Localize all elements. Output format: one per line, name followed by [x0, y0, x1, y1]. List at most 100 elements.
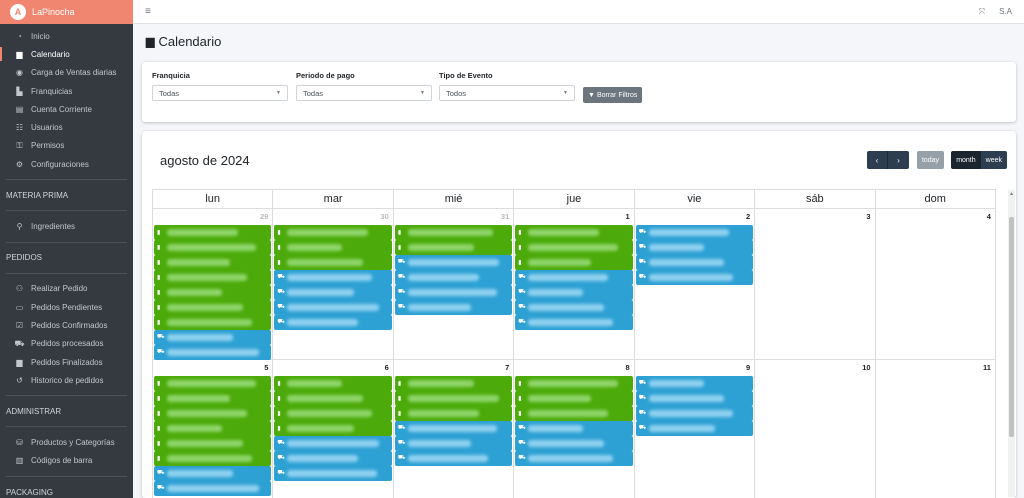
sidebar-item-usuarios[interactable]: ☷ Usuarios	[0, 118, 133, 136]
event-payment[interactable]: ▮	[154, 421, 272, 436]
sidebar-item-cuenta-corriente[interactable]: ▤ Cuenta Corriente	[0, 100, 133, 118]
event-delivery[interactable]: ⛟	[154, 345, 272, 360]
next-button[interactable]: ›	[888, 151, 909, 169]
day-cell[interactable]: 1 ▮ ▮ ▮ ⛟ ⛟ ⛟ ⛟	[513, 209, 633, 359]
day-cell[interactable]: 31 ▮ ▮ ⛟ ⛟ ⛟ ⛟	[392, 209, 513, 359]
day-number[interactable]: 4	[877, 211, 994, 225]
sidebar-item-inicio[interactable]: ◔ Inicio	[0, 27, 133, 45]
scroll-up-icon[interactable]: ▲	[1009, 191, 1014, 197]
event-payment[interactable]: ▮	[274, 225, 392, 240]
sidebar-item-pedidos-procesados[interactable]: ⛟ Pedidos procesados	[0, 335, 133, 353]
sidebar-item-c-digos-de-barra[interactable]: ▥ Códigos de barra	[0, 452, 133, 470]
event-payment[interactable]: ▮	[515, 391, 633, 406]
event-delivery[interactable]: ⛟	[394, 285, 513, 300]
event-payment[interactable]: ▮	[274, 240, 392, 255]
event-payment[interactable]: ▮	[154, 255, 272, 270]
event-delivery[interactable]: ⛟	[635, 421, 754, 436]
day-cell[interactable]: 10	[754, 360, 874, 498]
view-month-button[interactable]: month	[951, 151, 981, 169]
day-cell[interactable]: 5 ▮ ▮ ▮ ▮ ▮ ▮ ⛟ ⛟	[152, 360, 272, 498]
event-delivery[interactable]: ⛟	[274, 436, 392, 451]
event-delivery[interactable]: ⛟	[635, 406, 754, 421]
event-delivery[interactable]: ⛟	[394, 270, 513, 285]
event-payment[interactable]: ▮	[515, 376, 633, 391]
event-payment[interactable]: ▮	[154, 300, 272, 315]
event-delivery[interactable]: ⛟	[154, 330, 272, 345]
scrollbar-thumb[interactable]	[1009, 217, 1014, 437]
sidebar-item-franquicias[interactable]: ▙ Franquicias	[0, 82, 133, 100]
day-cell[interactable]: 29 ▮ ▮ ▮ ▮ ▮ ▮ ▮ ⛟ ⛟	[152, 209, 272, 360]
day-number[interactable]: 8	[515, 362, 632, 376]
event-delivery[interactable]: ⛟	[635, 225, 754, 240]
sidebar-item-calendario[interactable]: ▆ Calendario	[0, 45, 133, 63]
event-payment[interactable]: ▮	[154, 406, 272, 421]
day-cell[interactable]: 30 ▮ ▮ ▮ ⛟ ⛟ ⛟ ⛟	[272, 209, 392, 359]
event-delivery[interactable]: ⛟	[635, 391, 754, 406]
event-payment[interactable]: ▮	[154, 376, 272, 391]
event-delivery[interactable]: ⛟	[515, 300, 633, 315]
sidebar-item-ingredientes[interactable]: ⚲ Ingredientes	[0, 217, 133, 235]
franquicia-select[interactable]: Todas ▼	[152, 85, 288, 101]
event-delivery[interactable]: ⛟	[274, 466, 392, 481]
event-delivery[interactable]: ⛟	[154, 466, 272, 481]
event-delivery[interactable]: ⛟	[394, 451, 513, 466]
event-delivery[interactable]: ⛟	[394, 255, 513, 270]
day-number[interactable]: 2	[636, 211, 753, 225]
event-payment[interactable]: ▮	[274, 376, 392, 391]
sidebar-item-pedidos-confirmados[interactable]: ☑ Pedidos Confirmados	[0, 316, 133, 334]
event-payment[interactable]: ▮	[154, 270, 272, 285]
sidebar-item-configuraciones[interactable]: ⚙ Configuraciones	[0, 155, 133, 173]
event-delivery[interactable]: ⛟	[635, 270, 754, 285]
event-delivery[interactable]: ⛟	[515, 270, 633, 285]
event-delivery[interactable]: ⛟	[515, 421, 633, 436]
today-button[interactable]: today	[917, 151, 944, 169]
event-payment[interactable]: ▮	[394, 225, 513, 240]
event-payment[interactable]: ▮	[274, 391, 392, 406]
event-payment[interactable]: ▮	[274, 255, 392, 270]
event-payment[interactable]: ▮	[154, 225, 272, 240]
event-delivery[interactable]: ⛟	[635, 255, 754, 270]
event-payment[interactable]: ▮	[274, 421, 392, 436]
day-number[interactable]: 11	[877, 362, 994, 376]
event-delivery[interactable]: ⛟	[635, 240, 754, 255]
day-number[interactable]: 10	[756, 362, 873, 376]
event-payment[interactable]: ▮	[154, 451, 272, 466]
day-number[interactable]: 3	[756, 211, 873, 225]
brand[interactable]: A LaPinocha	[0, 0, 133, 24]
sidebar-item-permisos[interactable]: ⚿ Permisos	[0, 137, 133, 155]
event-delivery[interactable]: ⛟	[394, 436, 513, 451]
clear-filters-button[interactable]: ▼ Borrar Filtros	[583, 87, 643, 103]
day-cell[interactable]: 8 ▮ ▮ ▮ ⛟ ⛟ ⛟	[513, 360, 633, 498]
event-payment[interactable]: ▮	[154, 285, 272, 300]
event-delivery[interactable]: ⛟	[274, 451, 392, 466]
day-cell[interactable]: 3	[754, 209, 874, 359]
evento-select[interactable]: Todos ▼	[439, 85, 575, 101]
day-number[interactable]: 9	[636, 362, 753, 376]
event-payment[interactable]: ▮	[394, 376, 513, 391]
sidebar-item-pedidos-finalizados[interactable]: ▆ Pedidos Finalizados	[0, 353, 133, 371]
day-cell[interactable]: 7 ▮ ▮ ▮ ⛟ ⛟ ⛟	[392, 360, 513, 498]
day-number[interactable]: 5	[154, 362, 271, 376]
event-delivery[interactable]: ⛟	[274, 285, 392, 300]
event-delivery[interactable]: ⛟	[274, 270, 392, 285]
event-payment[interactable]: ▮	[394, 391, 513, 406]
event-payment[interactable]: ▮	[154, 391, 272, 406]
prev-button[interactable]: ‹	[867, 151, 888, 169]
event-delivery[interactable]: ⛟	[515, 436, 633, 451]
event-delivery[interactable]: ⛟	[515, 451, 633, 466]
event-delivery[interactable]: ⛟	[515, 315, 633, 330]
calendar-scrollbar[interactable]: ▲	[1008, 190, 1015, 497]
event-payment[interactable]: ▮	[515, 255, 633, 270]
event-payment[interactable]: ▮	[394, 406, 513, 421]
day-cell[interactable]: 11	[874, 360, 996, 498]
event-payment[interactable]: ▮	[154, 315, 272, 330]
day-cell[interactable]: 2 ⛟ ⛟ ⛟ ⛟	[633, 209, 754, 359]
sidebar-item-realizar-pedido[interactable]: ⚇ Realizar Pedido	[0, 280, 133, 298]
sidebar-item-pedidos-pendientes[interactable]: ▭ Pedidos Pendientes	[0, 298, 133, 316]
periodo-select[interactable]: Todas ▼	[296, 85, 432, 101]
event-payment[interactable]: ▮	[154, 436, 272, 451]
event-payment[interactable]: ▮	[394, 240, 513, 255]
sidebar-item-historico-de-pedidos[interactable]: ↺ Historico de pedidos	[0, 371, 133, 389]
sidebar-item-carga-de-ventas-diarias[interactable]: ◉ Carga de Ventas diarias	[0, 64, 133, 82]
event-delivery[interactable]: ⛟	[394, 300, 513, 315]
